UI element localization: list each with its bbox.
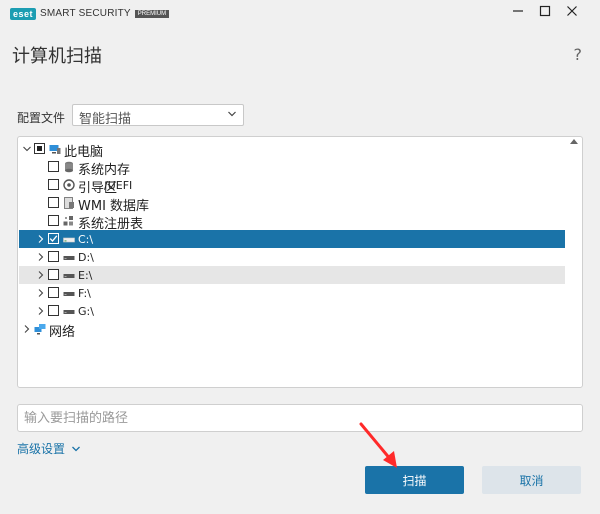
chevron-down-icon[interactable] <box>22 144 32 154</box>
checkbox[interactable] <box>48 305 59 316</box>
tree-item-wmi-database[interactable]: WMI 数据库 <box>19 194 565 214</box>
app-logo: eset SMART SECURITY PREMIUM <box>10 7 170 20</box>
tree-item-this-pc[interactable]: 此电脑 <box>19 140 565 160</box>
brand-text: SMART SECURITY <box>40 8 131 19</box>
profile-select[interactable]: 智能扫描 <box>72 104 244 127</box>
tree-item-label-suffix: /UEFI <box>104 179 133 192</box>
page-title: 计算机扫描 <box>12 46 102 67</box>
chevron-right-icon[interactable] <box>22 324 32 334</box>
database-icon <box>64 197 74 209</box>
minimize-icon <box>513 10 523 12</box>
checkmark-icon <box>49 235 58 242</box>
advanced-settings-label: 高级设置 <box>17 442 66 456</box>
chevron-down-icon <box>228 111 236 117</box>
checkbox[interactable] <box>48 233 59 244</box>
drive-icon <box>63 256 75 260</box>
tree-item-drive-g[interactable]: G:\ <box>19 302 565 320</box>
checkbox[interactable] <box>48 197 59 208</box>
boot-sector-icon <box>63 179 75 191</box>
drive-icon <box>63 274 75 278</box>
title-bar: eset SMART SECURITY PREMIUM <box>0 0 600 28</box>
tree-item-system-memory[interactable]: 系统内存 <box>19 158 565 178</box>
tree-item-label: C:\ <box>78 233 94 246</box>
checkbox[interactable] <box>48 251 59 262</box>
checkbox[interactable] <box>48 287 59 298</box>
checkbox[interactable] <box>34 143 45 154</box>
advanced-settings-toggle[interactable]: 高级设置 <box>17 440 81 457</box>
tree-item-label: 网络 <box>49 325 76 340</box>
computer-icon <box>49 145 61 154</box>
tree-item-label: G:\ <box>78 305 94 318</box>
registry-icon <box>63 216 73 226</box>
maximize-icon <box>539 5 551 17</box>
tree-item-drive-f[interactable]: F:\ <box>19 284 565 302</box>
drive-icon <box>63 310 75 314</box>
chevron-right-icon[interactable] <box>36 270 46 280</box>
tree-item-label: E:\ <box>78 269 93 282</box>
close-icon <box>567 6 577 16</box>
tree-item-drive-d[interactable]: D:\ <box>19 248 565 266</box>
scroll-up-icon[interactable] <box>570 138 578 144</box>
chevron-right-icon[interactable] <box>36 252 46 262</box>
scan-path-input[interactable] <box>17 404 583 432</box>
tree-item-label: D:\ <box>78 251 94 264</box>
tree-item-boot-sector[interactable]: 引导区 /UEFI <box>19 176 565 196</box>
network-icon <box>34 324 46 335</box>
annotation-arrow-icon <box>359 422 397 468</box>
chevron-down-icon <box>72 446 80 451</box>
close-button[interactable] <box>562 4 582 24</box>
tree-item-system-registry[interactable]: 系统注册表 <box>19 212 565 232</box>
chevron-right-icon[interactable] <box>36 234 46 244</box>
tree-item-drive-c[interactable]: C:\ <box>19 230 565 248</box>
minimize-button[interactable] <box>508 4 528 24</box>
help-icon[interactable]: ? <box>574 45 583 64</box>
scan-target-tree[interactable]: 此电脑 系统内存 引导区 /UEFI WMI 数据库 系统注册表 C:\ D:\… <box>17 136 583 388</box>
maximize-button[interactable] <box>535 4 555 24</box>
profile-selected-value: 智能扫描 <box>79 112 132 127</box>
memory-icon <box>65 161 73 173</box>
checkbox[interactable] <box>48 161 59 172</box>
drive-icon <box>63 237 75 243</box>
checkbox[interactable] <box>48 215 59 226</box>
tree-item-network[interactable]: 网络 <box>19 320 565 340</box>
checkbox[interactable] <box>48 179 59 190</box>
checkbox[interactable] <box>48 269 59 280</box>
tree-item-drive-e[interactable]: E:\ <box>19 266 565 284</box>
profile-label: 配置文件 <box>17 111 66 125</box>
drive-icon <box>63 292 75 296</box>
brand-logo: eset <box>10 7 37 20</box>
scan-button[interactable]: 扫描 <box>365 466 464 494</box>
brand-badge: PREMIUM <box>134 9 170 18</box>
chevron-right-icon[interactable] <box>36 306 46 316</box>
chevron-right-icon[interactable] <box>36 288 46 298</box>
tree-item-label: F:\ <box>78 287 91 300</box>
cancel-button[interactable]: 取消 <box>482 466 581 494</box>
